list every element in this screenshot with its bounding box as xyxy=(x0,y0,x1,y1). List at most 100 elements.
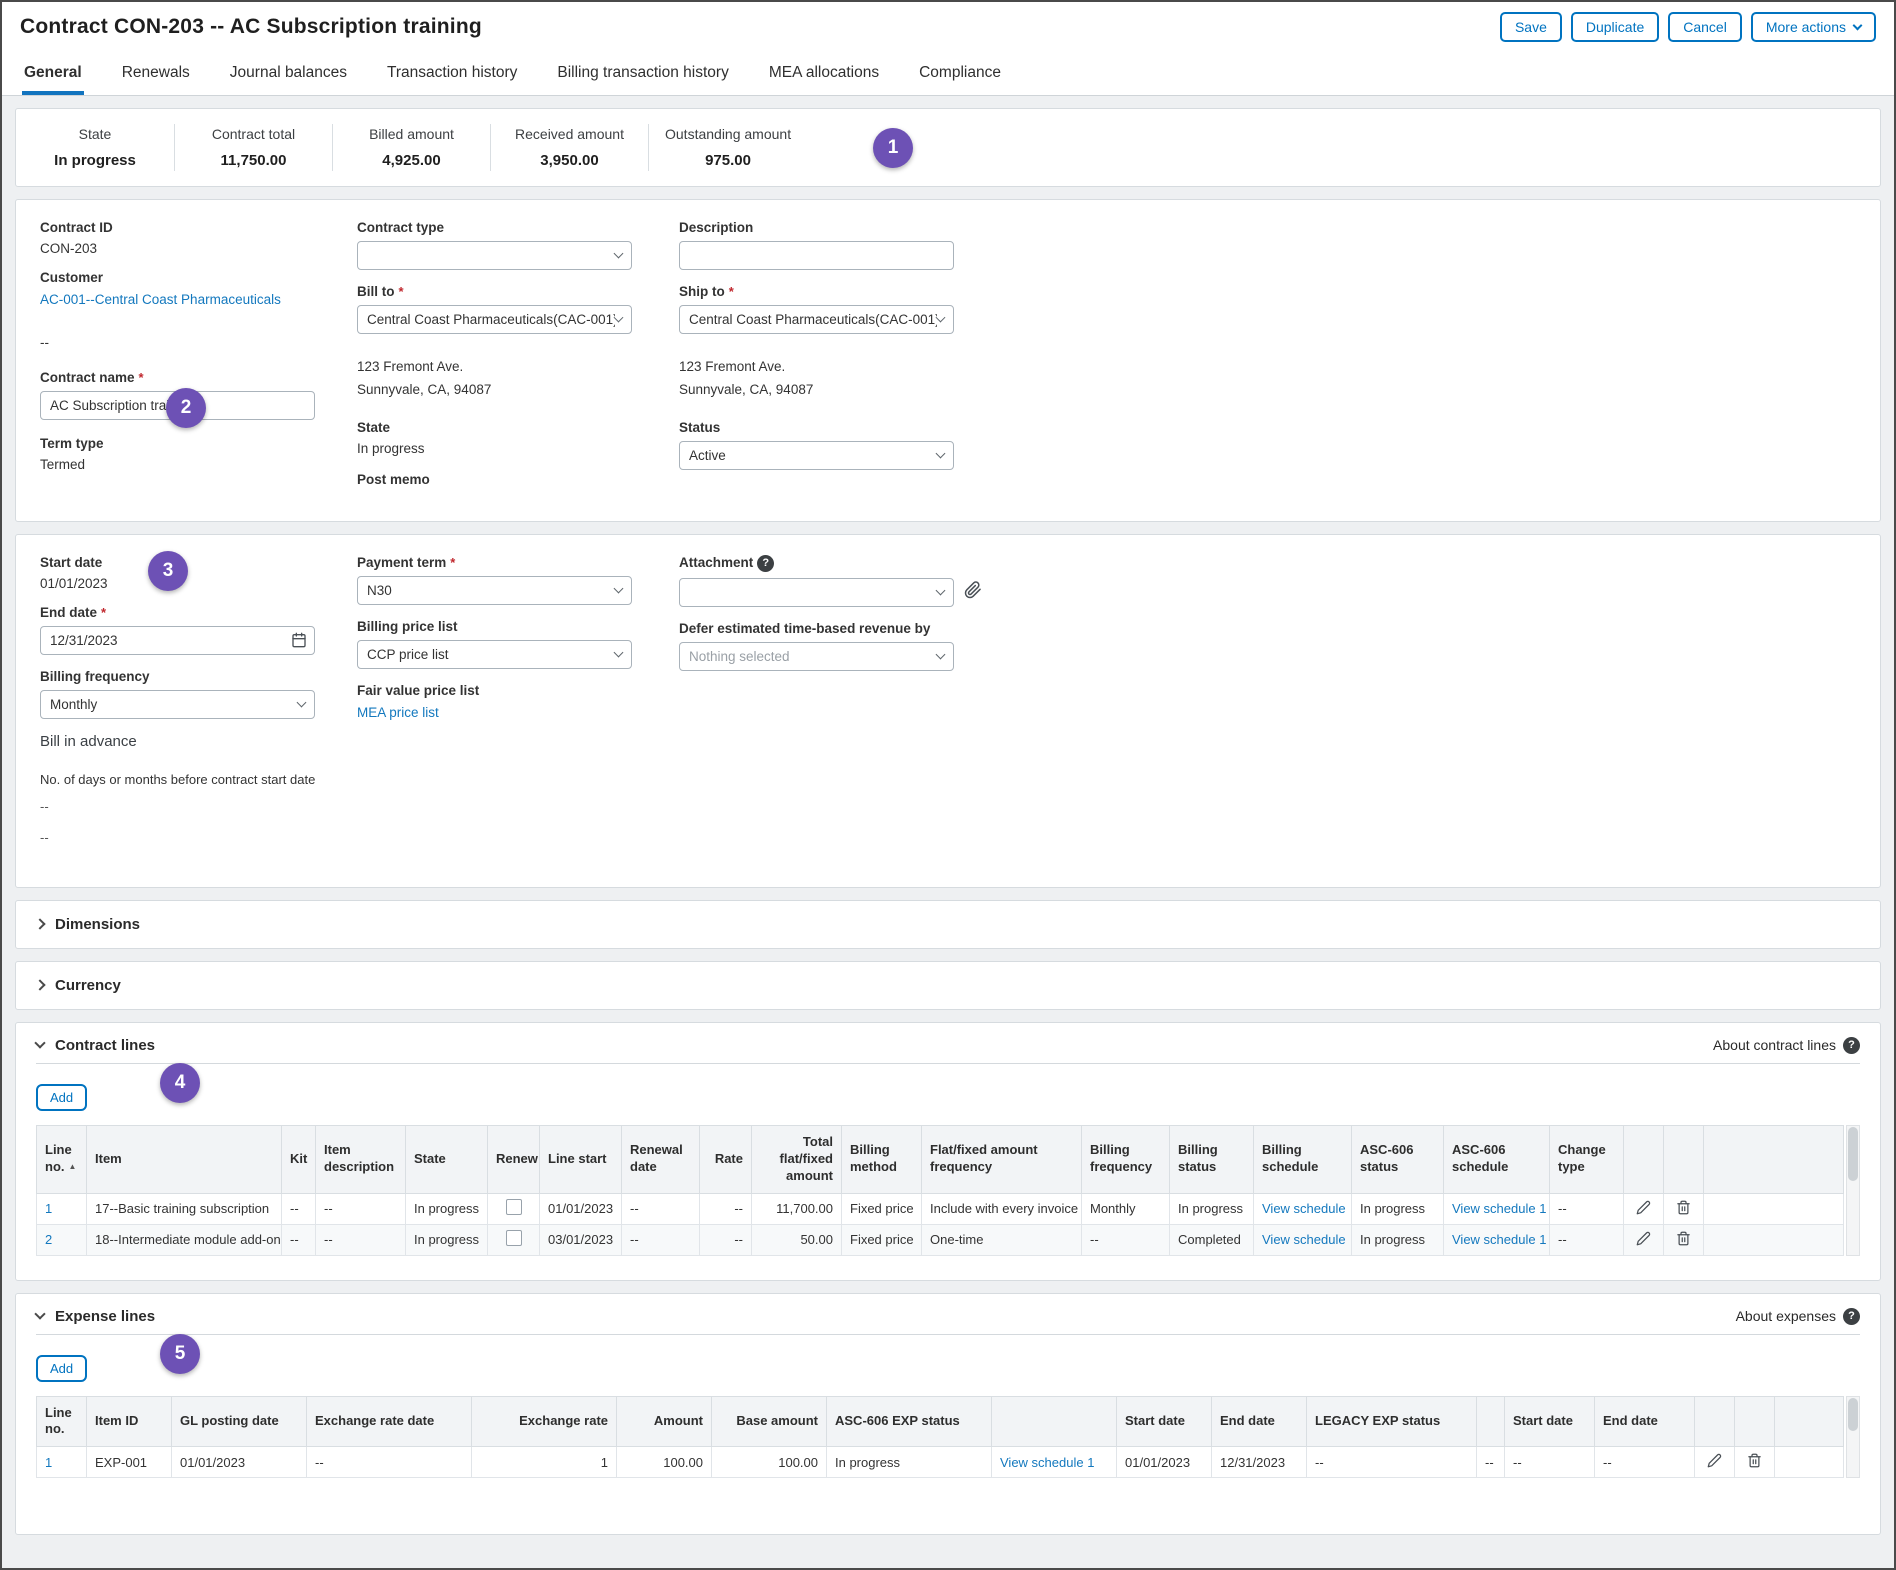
description-input[interactable] xyxy=(679,241,954,270)
duplicate-button[interactable]: Duplicate xyxy=(1571,12,1659,42)
table-scrollbar[interactable] xyxy=(1846,1125,1860,1256)
status-select[interactable]: Active xyxy=(679,441,954,470)
customer-link[interactable]: AC-001--Central Coast Pharmaceuticals xyxy=(40,292,281,307)
column-header[interactable] xyxy=(1695,1396,1735,1447)
tab-journal-balances[interactable]: Journal balances xyxy=(228,54,349,95)
tab-general[interactable]: General xyxy=(22,54,84,95)
column-header[interactable]: Total flat/fixed amount xyxy=(752,1125,842,1193)
column-header[interactable]: End date xyxy=(1595,1396,1695,1447)
cell-link[interactable]: View schedule 1 xyxy=(1452,1232,1546,1247)
column-header[interactable]: Line start xyxy=(540,1125,622,1193)
column-header[interactable] xyxy=(1735,1396,1775,1447)
add-contract-line-button[interactable]: Add xyxy=(36,1084,87,1111)
column-header[interactable]: GL posting date xyxy=(172,1396,307,1447)
column-header[interactable]: Billing schedule xyxy=(1254,1125,1352,1193)
tab-compliance[interactable]: Compliance xyxy=(917,54,1003,95)
billing-frequency-label: Billing frequency xyxy=(40,669,150,684)
contract-type-label: Contract type xyxy=(357,220,444,235)
tab-transaction-history[interactable]: Transaction history xyxy=(385,54,519,95)
bill-to-select[interactable]: Central Coast Pharmaceuticals(CAC-001) xyxy=(357,305,632,334)
delete-icon[interactable] xyxy=(1676,1234,1691,1249)
edit-icon[interactable] xyxy=(1636,1234,1651,1249)
column-header[interactable]: Rate xyxy=(700,1125,752,1193)
help-icon[interactable]: ? xyxy=(757,555,774,572)
column-header[interactable]: Item ID xyxy=(87,1396,172,1447)
table-scrollbar[interactable] xyxy=(1846,1396,1860,1479)
cell-link[interactable]: View schedule 1 xyxy=(1452,1201,1546,1216)
calendar-icon[interactable] xyxy=(291,632,307,653)
cell-link[interactable]: 1 xyxy=(45,1201,52,1216)
column-header[interactable]: Start date xyxy=(1117,1396,1212,1447)
delete-icon[interactable] xyxy=(1747,1456,1762,1471)
column-header[interactable]: Billing status xyxy=(1170,1125,1254,1193)
help-icon[interactable]: ? xyxy=(1843,1037,1860,1054)
about-contract-lines-link[interactable]: About contract lines xyxy=(1713,1037,1836,1053)
callout-badge-5: 5 xyxy=(160,1334,200,1374)
more-actions-button[interactable]: More actions xyxy=(1751,12,1876,42)
column-header[interactable] xyxy=(992,1396,1117,1447)
tab-billing-transaction-history[interactable]: Billing transaction history xyxy=(555,54,730,95)
ship-to-select[interactable]: Central Coast Pharmaceuticals(CAC-001) xyxy=(679,305,954,334)
column-header[interactable] xyxy=(1624,1125,1664,1193)
attachment-select[interactable] xyxy=(679,578,954,607)
billing-price-list-select[interactable]: CCP price list xyxy=(357,640,632,669)
cancel-button[interactable]: Cancel xyxy=(1668,12,1742,42)
column-header[interactable]: Exchange rate date xyxy=(307,1396,472,1447)
callout-badge-2: 2 xyxy=(166,388,206,428)
column-header[interactable]: ASC-606 schedule xyxy=(1444,1125,1550,1193)
column-header[interactable]: Renew xyxy=(488,1125,540,1193)
table-cell: -- xyxy=(622,1224,700,1255)
add-expense-line-button[interactable]: Add xyxy=(36,1355,87,1382)
column-header[interactable]: LEGACY EXP status xyxy=(1307,1396,1477,1447)
cell-link[interactable]: 1 xyxy=(45,1455,52,1470)
end-date-input[interactable] xyxy=(40,626,315,655)
payment-term-select[interactable]: N30 xyxy=(357,576,632,605)
table-cell: 100.00 xyxy=(712,1447,827,1478)
column-header[interactable]: Billing frequency xyxy=(1082,1125,1170,1193)
chevron-down-icon[interactable] xyxy=(34,1038,45,1049)
table-cell: 1 xyxy=(37,1193,87,1224)
cell-link[interactable]: View schedule xyxy=(1262,1201,1346,1216)
help-icon[interactable]: ? xyxy=(1843,1308,1860,1325)
delete-icon[interactable] xyxy=(1676,1203,1691,1218)
about-expenses-link[interactable]: About expenses xyxy=(1736,1308,1836,1324)
column-header[interactable]: Item description xyxy=(316,1125,406,1193)
column-header[interactable]: State xyxy=(406,1125,488,1193)
column-header[interactable]: Line no. xyxy=(37,1396,87,1447)
renew-checkbox[interactable] xyxy=(506,1199,522,1215)
tab-renewals[interactable]: Renewals xyxy=(120,54,192,95)
column-header[interactable]: Start date xyxy=(1505,1396,1595,1447)
column-header[interactable]: ASC-606 status xyxy=(1352,1125,1444,1193)
contract-type-select[interactable] xyxy=(357,241,632,270)
edit-icon[interactable] xyxy=(1707,1456,1722,1471)
cell-link[interactable]: 2 xyxy=(45,1232,52,1247)
column-header[interactable]: End date xyxy=(1212,1396,1307,1447)
chevron-down-icon[interactable] xyxy=(34,1308,45,1319)
tab-mea-allocations[interactable]: MEA allocations xyxy=(767,54,881,95)
cell-link[interactable]: View schedule xyxy=(1262,1232,1346,1247)
column-header[interactable]: Amount xyxy=(617,1396,712,1447)
column-header[interactable]: ASC-606 EXP status xyxy=(827,1396,992,1447)
cell-link[interactable]: View schedule 1 xyxy=(1000,1455,1094,1470)
column-header[interactable] xyxy=(1477,1396,1505,1447)
column-header[interactable]: Line no.▲ xyxy=(37,1125,87,1193)
column-header[interactable]: Base amount xyxy=(712,1396,827,1447)
paperclip-icon[interactable] xyxy=(964,581,982,604)
column-header[interactable]: Exchange rate xyxy=(472,1396,617,1447)
column-header[interactable] xyxy=(1664,1125,1704,1193)
column-header[interactable]: Renewal date xyxy=(622,1125,700,1193)
callout-badge-3: 3 xyxy=(148,551,188,591)
column-header[interactable]: Change type xyxy=(1550,1125,1624,1193)
column-header[interactable]: Billing method xyxy=(842,1125,922,1193)
dimensions-section[interactable]: Dimensions xyxy=(15,900,1881,949)
edit-icon[interactable] xyxy=(1636,1203,1651,1218)
defer-revenue-select[interactable]: Nothing selected xyxy=(679,642,954,671)
mea-price-list-link[interactable]: MEA price list xyxy=(357,705,439,720)
column-header[interactable]: Flat/fixed amount frequency xyxy=(922,1125,1082,1193)
billing-frequency-select[interactable]: Monthly xyxy=(40,690,315,719)
column-header[interactable]: Kit xyxy=(282,1125,316,1193)
renew-checkbox[interactable] xyxy=(506,1230,522,1246)
currency-section[interactable]: Currency xyxy=(15,961,1881,1010)
save-button[interactable]: Save xyxy=(1500,12,1562,42)
column-header[interactable]: Item xyxy=(87,1125,282,1193)
